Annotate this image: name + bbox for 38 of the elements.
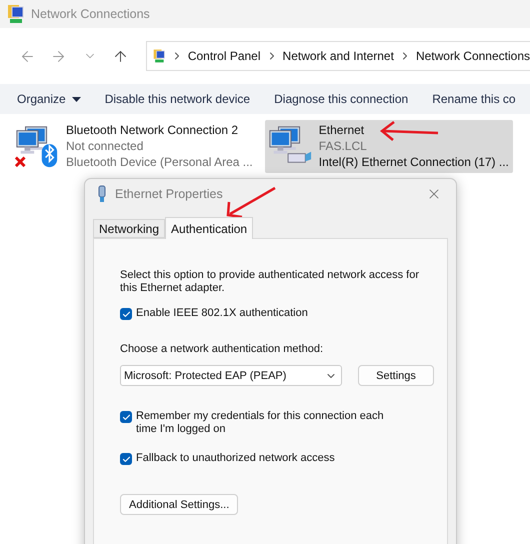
connection-name: Ethernet [318, 123, 364, 138]
breadcrumb-item[interactable]: Control Panel [188, 49, 261, 63]
connection-device: Intel(R) Ethernet Connection (17) ... [318, 155, 509, 170]
method-dropdown[interactable]: Microsoft: Protected EAP (PEAP) [120, 365, 342, 386]
annotation-arrow-drawing [380, 121, 438, 141]
organize-menu[interactable]: Organize [17, 92, 81, 106]
tab[interactable]: Networking [93, 219, 166, 238]
annotation-arrow-drawing [226, 186, 276, 218]
command-button[interactable]: Disable this network device [104, 92, 250, 106]
settings-button[interactable]: Settings [358, 365, 434, 386]
address-bar[interactable]: Control Panel Network and Internet Network Connections [146, 41, 530, 71]
checkbox-label: Fallback to unauthorized network access [136, 452, 335, 465]
checkbox[interactable] [120, 411, 132, 423]
tab[interactable]: Authentication [165, 217, 254, 239]
network-folder-icon [7, 4, 25, 24]
checkbox-label: Enable IEEE 802.1X authentication [136, 307, 308, 320]
bluetooth-computer-icon [16, 126, 58, 168]
connection-status: Not connected [66, 139, 144, 154]
command-button[interactable]: Rename this co [432, 92, 516, 106]
window-title: Network Connections [31, 7, 150, 21]
connection-item[interactable]: Bluetooth Network Connection 2 Not connected Bluetooth Device (Personal Area ... [12, 120, 257, 173]
connection-item[interactable]: Ethernet FAS.LCL Intel(R) Ethernet Connection (17) ... [264, 120, 513, 173]
dropdown-triangle-icon [72, 96, 81, 102]
connection-status: FAS.LCL [318, 139, 367, 154]
checkbox[interactable] [120, 453, 132, 465]
connection-name: Bluetooth Network Connection 2 [66, 123, 238, 138]
command-button[interactable]: Diagnose this connection [274, 92, 408, 106]
additional-settings-button[interactable]: Additional Settings... [120, 494, 238, 515]
connection-device: Bluetooth Device (Personal Area ... [66, 155, 253, 170]
dialog-title: Ethernet Properties [115, 187, 224, 201]
description-text: Select this option to provide authenticated network access for this Ethernet adapter. [120, 269, 420, 295]
breadcrumb-item[interactable]: Network Connections [416, 49, 530, 63]
method-label: Choose a network authentication method: [120, 343, 324, 356]
ethernet-computer-icon [269, 126, 311, 163]
breadcrumb-item[interactable]: Network and Internet [282, 49, 394, 63]
network-adapter-icon [97, 185, 107, 203]
checkbox[interactable] [120, 308, 132, 320]
checkbox-label: Remember my credentials for this connection each time I'm logged on [136, 410, 385, 436]
